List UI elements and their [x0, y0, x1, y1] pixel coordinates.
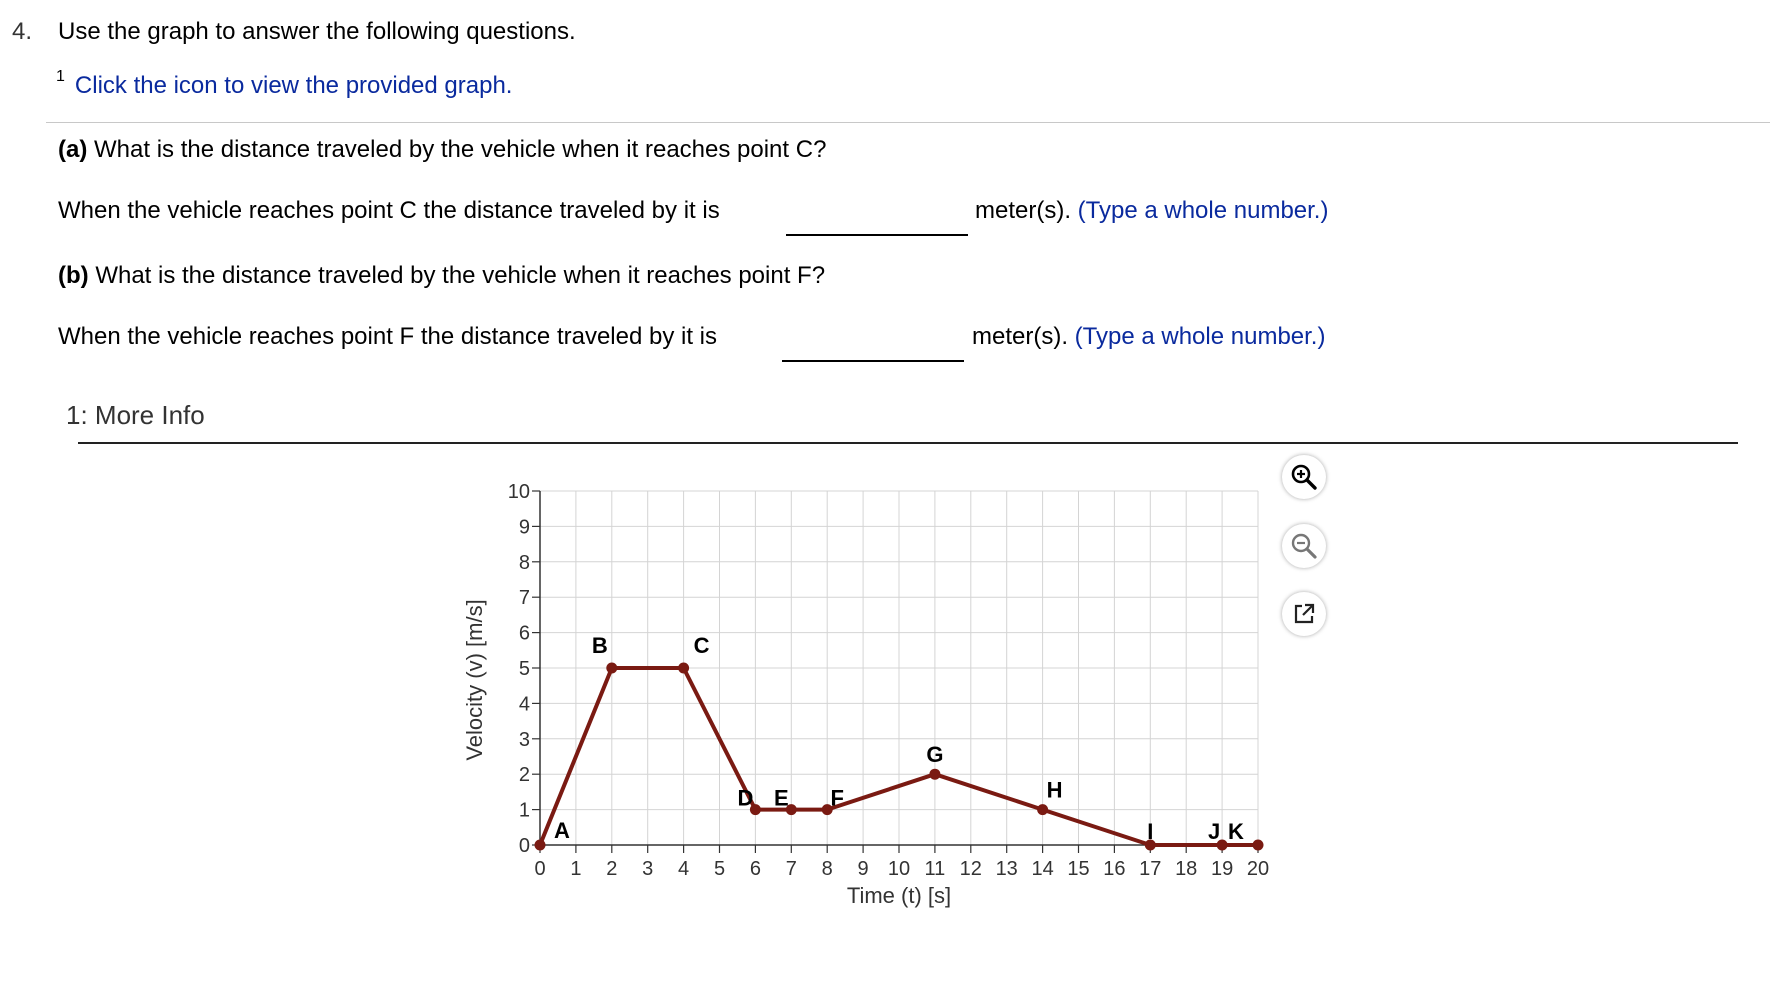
part-b-answer-prefix: When the vehicle reaches point F the dis… — [58, 323, 718, 350]
x-tick-label: 0 — [534, 858, 545, 880]
more-info-title: 1: More Info — [66, 400, 205, 430]
x-tick-label: 5 — [714, 858, 725, 880]
y-tick-label: 7 — [519, 587, 530, 609]
more-info-divider — [78, 442, 1738, 444]
data-point — [1252, 839, 1264, 851]
velocity-time-chart: 0 1 2 3 4 5 6 7 8 9 10 11 12 13 14 15 16 17 18 19 2001234567… — [462, 481, 1269, 908]
part-b-unit: meter(s). — [972, 323, 1068, 350]
part-b-hint: (Type a whole number.) — [1074, 323, 1326, 350]
part-a-question-text: What is the distance traveled by the veh… — [94, 136, 827, 163]
point-label: G — [926, 742, 943, 767]
y-tick-label: 3 — [519, 729, 530, 751]
point-label: I — [1147, 819, 1153, 844]
part-a-tag: (a) — [58, 136, 88, 163]
data-point — [534, 839, 546, 851]
x-tick-label: 12 — [960, 858, 982, 880]
x-tick-label: 7 — [786, 858, 797, 880]
x-tick-label: 13 — [996, 858, 1018, 880]
x-tick-label: 18 — [1175, 858, 1197, 880]
point-label: A — [554, 818, 570, 843]
y-tick-label: 6 — [519, 623, 530, 645]
x-tick-label: 11 — [925, 858, 946, 880]
part-a-hint: (Type a whole number.) — [1077, 197, 1329, 224]
part-a-unit: meter(s). — [975, 197, 1071, 224]
x-tick-label: 16 — [1103, 858, 1125, 880]
x-tick-label: 17 — [1139, 858, 1161, 880]
data-point — [606, 662, 618, 674]
point-label: F — [830, 786, 843, 811]
y-tick-label: 5 — [519, 658, 530, 680]
data-point — [678, 662, 690, 674]
x-tick-label: 19 — [1211, 858, 1233, 880]
point-label: C — [694, 633, 710, 658]
x-tick-label: 15 — [1067, 858, 1089, 880]
x-tick-label: 10 — [888, 858, 910, 880]
x-axis-title: Time (t) [s] — [847, 883, 951, 908]
x-tick-label: 6 — [750, 858, 761, 880]
y-tick-label: 1 — [519, 800, 530, 822]
y-axis-title: Velocity (v) [m/s] — [462, 599, 487, 760]
y-tick-label: 2 — [519, 764, 530, 786]
y-tick-label: 4 — [519, 693, 530, 715]
data-point — [1037, 804, 1049, 816]
question-prompt: Use the graph to answer the following qu… — [58, 18, 576, 45]
x-tick-label: 2 — [606, 858, 617, 880]
divider — [46, 122, 1770, 123]
x-tick-label: 20 — [1247, 858, 1269, 880]
part-b-tag: (b) — [58, 262, 89, 289]
part-b-unit-hint: meter(s). (Type a whole number.) — [972, 323, 1325, 351]
part-a-question: (a) What is the distance traveled by the… — [58, 136, 826, 164]
x-tick-label: 9 — [858, 858, 869, 880]
footnote-marker: 1 — [56, 68, 65, 85]
x-tick-label: 4 — [678, 858, 689, 880]
point-label: K — [1228, 819, 1244, 844]
view-graph-link[interactable]: 1 Click the icon to view the provided gra… — [56, 68, 513, 100]
y-tick-label: 9 — [519, 516, 530, 538]
point-label: E — [774, 786, 789, 811]
y-tick-label: 8 — [519, 552, 530, 574]
y-tick-label: 0 — [519, 835, 530, 857]
view-graph-link-text: Click the icon to view the provided grap… — [74, 72, 513, 99]
part-b-answer-input[interactable] — [782, 332, 964, 362]
part-b-question: (b) What is the distance traveled by the… — [58, 262, 825, 290]
part-a-answer-input[interactable] — [786, 206, 968, 236]
part-b-question-text: What is the distance traveled by the veh… — [95, 262, 826, 289]
point-label: J — [1208, 819, 1220, 844]
point-label: B — [592, 633, 608, 658]
question-number: 4. — [12, 18, 33, 45]
part-a-unit-hint: meter(s). (Type a whole number.) — [975, 197, 1328, 225]
part-a-answer-prefix: When the vehicle reaches point C the dis… — [58, 197, 720, 224]
data-point — [929, 768, 941, 780]
x-tick-label: 3 — [642, 858, 653, 880]
x-tick-label: 14 — [1031, 858, 1053, 880]
y-tick-label: 10 — [508, 481, 530, 503]
point-label: H — [1047, 778, 1063, 803]
point-label: D — [737, 786, 753, 811]
x-tick-label: 1 — [570, 858, 581, 880]
x-tick-label: 8 — [822, 858, 833, 880]
